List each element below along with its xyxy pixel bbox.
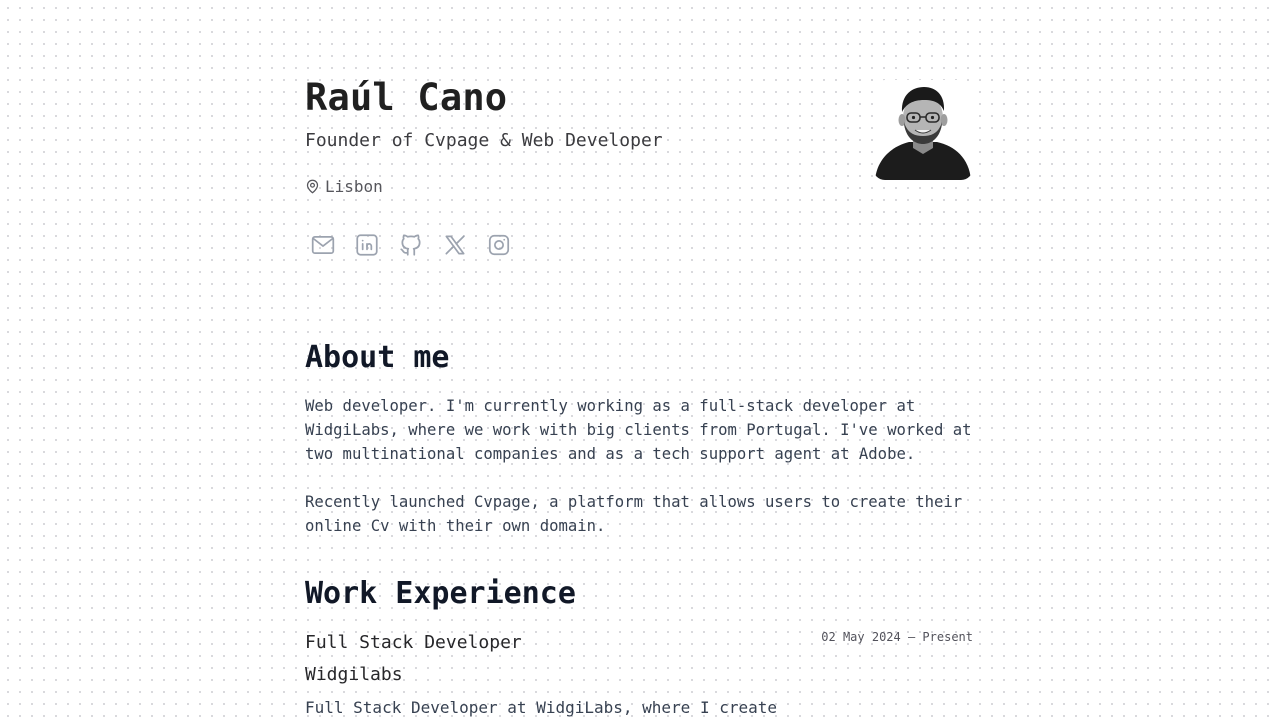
about-heading: About me [305,340,450,375]
job-date: 02 May 2024 – Present [821,630,973,644]
avatar [873,80,973,180]
job-description: Full Stack Developer at WidgiLabs, where… [305,698,778,717]
about-paragraph-1: Web developer. I'm currently working as … [305,397,972,463]
job-title: Full Stack Developer [305,632,522,653]
instagram-icon [488,234,510,256]
location-label: Lisbon [325,177,383,196]
social-links [305,226,517,264]
job-company: Widgilabs [305,664,403,685]
profile-tagline: Founder of Cvpage & Web Developer [305,130,663,151]
profile-location: Lisbon [305,177,383,196]
mail-icon [311,236,335,254]
email-link[interactable] [305,226,341,264]
x-link[interactable] [437,226,473,264]
linkedin-icon [356,234,378,256]
x-icon [445,235,465,255]
github-link[interactable] [393,226,429,264]
about-paragraph-2: Recently launched Cvpage, a platform tha… [305,493,963,535]
work-heading: Work Experience [305,576,576,611]
profile-photo [873,80,973,180]
map-pin-icon [306,179,319,194]
github-icon [400,234,421,256]
instagram-link[interactable] [481,226,517,264]
profile-name: Raúl Cano [305,76,508,119]
linkedin-link[interactable] [349,226,385,264]
